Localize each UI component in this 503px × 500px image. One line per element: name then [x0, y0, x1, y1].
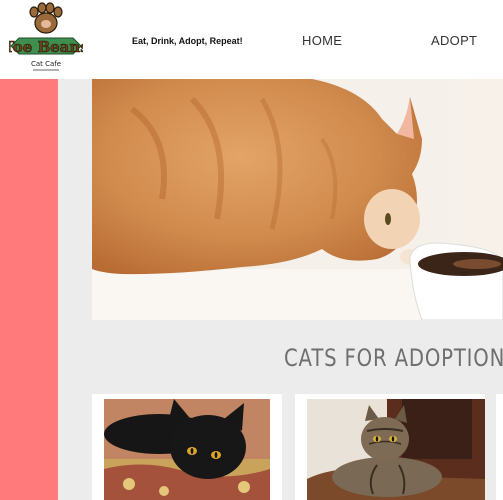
orange-cat-photo [92, 79, 503, 320]
side-accent-strip [0, 79, 58, 500]
site-tagline: Eat, Drink, Adopt, Repeat! [132, 36, 243, 46]
svg-text:Toe Beans: Toe Beans [9, 38, 83, 56]
adoption-card[interactable] [295, 394, 485, 500]
top-navigation-bar: Toe Beans Cat Cafe Eat, Drink, Adopt, Re… [0, 0, 503, 79]
svg-text:Cat Cafe: Cat Cafe [31, 60, 61, 68]
adoption-card[interactable] [92, 394, 282, 500]
cats-for-adoption-heading: CATS FOR ADOPTION [284, 344, 503, 372]
paw-icon [29, 2, 63, 34]
hero-image [92, 79, 503, 320]
black-cat-photo [104, 399, 270, 500]
toe-beans-logo[interactable]: Toe Beans Cat Cafe [3, 2, 89, 75]
tabby-cat-photo [307, 399, 485, 500]
nav-home-link[interactable]: HOME [302, 33, 342, 48]
toe-beans-logo-graphic: Toe Beans Cat Cafe [3, 2, 89, 71]
adoption-card-partial[interactable] [496, 394, 503, 500]
nav-adopt-link[interactable]: ADOPT [431, 33, 477, 48]
